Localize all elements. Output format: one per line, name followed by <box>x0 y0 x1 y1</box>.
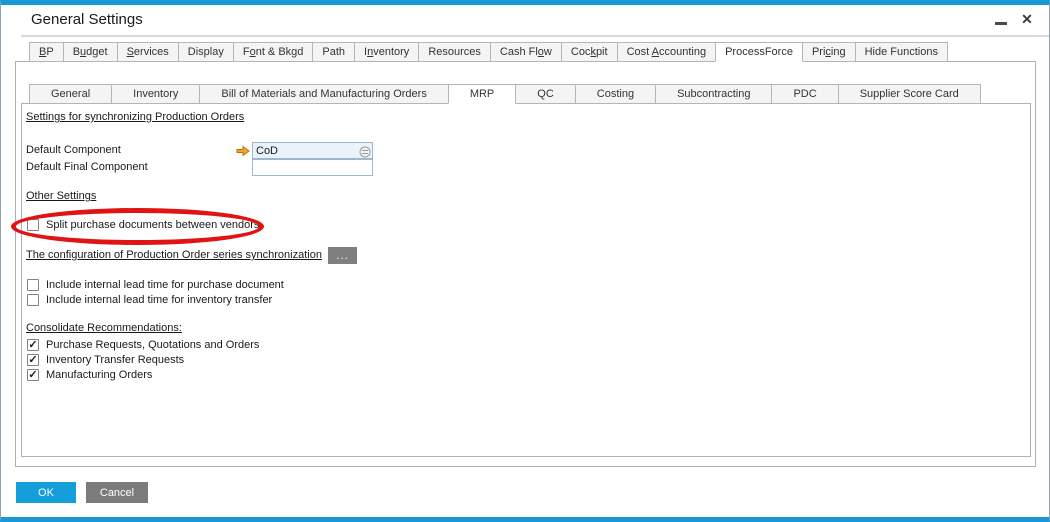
checkbox-row: ✓ Purchase Requests, Quotations and Order… <box>27 337 259 352</box>
link-arrow-icon[interactable] <box>236 144 250 156</box>
checkbox-label: Split purchase documents between vendors <box>46 219 259 231</box>
sync-settings-heading: Settings for synchronizing Production Or… <box>26 111 244 123</box>
checkbox-row: ✓ Manufacturing Orders <box>27 367 259 382</box>
checkbox-label: Purchase Requests, Quotations and Orders <box>46 339 259 351</box>
tab-cash-flow[interactable]: Cash Flow <box>490 42 562 62</box>
tab-pdc[interactable]: PDC <box>771 84 838 104</box>
tab-cost-accounting[interactable]: Cost Accounting <box>617 42 717 62</box>
consolidate-heading: Consolidate Recommendations: <box>26 322 182 334</box>
consolidate-checkbox-group: ✓ Purchase Requests, Quotations and Order… <box>27 337 259 382</box>
checkbox-include-internal-lead-time-for-purchase-document[interactable] <box>27 279 39 291</box>
close-button[interactable]: ✕ <box>1019 11 1035 27</box>
checkbox-label: Inventory Transfer Requests <box>46 354 184 366</box>
minimize-button[interactable] <box>993 11 1009 27</box>
tab-bill-of-materials-and-manufacturing-orders[interactable]: Bill of Materials and Manufacturing Orde… <box>199 84 448 104</box>
checkbox-row: Include internal lead time for purchase … <box>27 277 284 292</box>
tab-inventory[interactable]: Inventory <box>354 42 419 62</box>
default-component-label: Default Component <box>26 144 121 156</box>
checkbox-label: Manufacturing Orders <box>46 369 152 381</box>
tab-costing[interactable]: Costing <box>575 84 656 104</box>
window-title: General Settings <box>31 11 143 28</box>
tab-font-bkgd[interactable]: Font & Bkgd <box>233 42 314 62</box>
tab-supplier-score-card[interactable]: Supplier Score Card <box>838 84 981 104</box>
title-bar: General Settings ✕ <box>1 5 1049 36</box>
tab-processforce[interactable]: ProcessForce <box>715 42 803 62</box>
tab-bp[interactable]: BP <box>29 42 64 62</box>
default-final-component-input[interactable] <box>252 159 373 176</box>
checkbox-row: Include internal lead time for inventory… <box>27 292 284 307</box>
main-tabs: BPBudgetServicesDisplayFont & BkgdPathIn… <box>30 42 948 62</box>
default-component-input[interactable] <box>252 142 373 159</box>
tab-resources[interactable]: Resources <box>418 42 491 62</box>
ok-button[interactable]: OK <box>16 482 76 503</box>
tab-general[interactable]: General <box>29 84 112 104</box>
tab-services[interactable]: Services <box>117 42 179 62</box>
checkbox-inventory-transfer-requests[interactable]: ✓ <box>27 354 39 366</box>
choose-from-list-icon[interactable] <box>359 145 371 157</box>
checkbox-label: Include internal lead time for inventory… <box>46 294 272 306</box>
cancel-button[interactable]: Cancel <box>86 482 148 503</box>
tab-pricing[interactable]: Pricing <box>802 42 856 62</box>
config-browse-button[interactable]: ... <box>328 247 357 264</box>
checkbox-manufacturing-orders[interactable]: ✓ <box>27 369 39 381</box>
checkbox-split-purchase-documents[interactable] <box>27 219 39 231</box>
split-checkbox-row: Split purchase documents between vendors <box>27 217 259 232</box>
tab-subcontracting[interactable]: Subcontracting <box>655 84 772 104</box>
checkbox-row: ✓ Inventory Transfer Requests <box>27 352 259 367</box>
minimize-icon <box>995 22 1007 25</box>
processforce-sub-tabs: GeneralInventoryBill of Materials and Ma… <box>30 84 981 104</box>
checkbox-label: Include internal lead time for purchase … <box>46 279 284 291</box>
checkbox-purchase-requests-quotations-and-orders[interactable]: ✓ <box>27 339 39 351</box>
tab-cockpit[interactable]: Cockpit <box>561 42 618 62</box>
tab-hide-functions[interactable]: Hide Functions <box>855 42 948 62</box>
config-sync-label: The configuration of Production Order se… <box>26 249 322 261</box>
tab-budget[interactable]: Budget <box>63 42 118 62</box>
other-settings-heading: Other Settings <box>26 190 96 202</box>
checkbox-include-internal-lead-time-for-inventory-transfer[interactable] <box>27 294 39 306</box>
title-separator <box>21 35 1049 37</box>
tab-mrp[interactable]: MRP <box>448 84 516 104</box>
tab-display[interactable]: Display <box>178 42 234 62</box>
tab-qc[interactable]: QC <box>515 84 576 104</box>
tab-inventory[interactable]: Inventory <box>111 84 200 104</box>
general-settings-window: General Settings ✕ BPBudgetServicesDispl… <box>0 0 1050 522</box>
tab-path[interactable]: Path <box>312 42 355 62</box>
default-final-component-label: Default Final Component <box>26 161 148 173</box>
lead-time-checkbox-group: Include internal lead time for purchase … <box>27 277 284 307</box>
